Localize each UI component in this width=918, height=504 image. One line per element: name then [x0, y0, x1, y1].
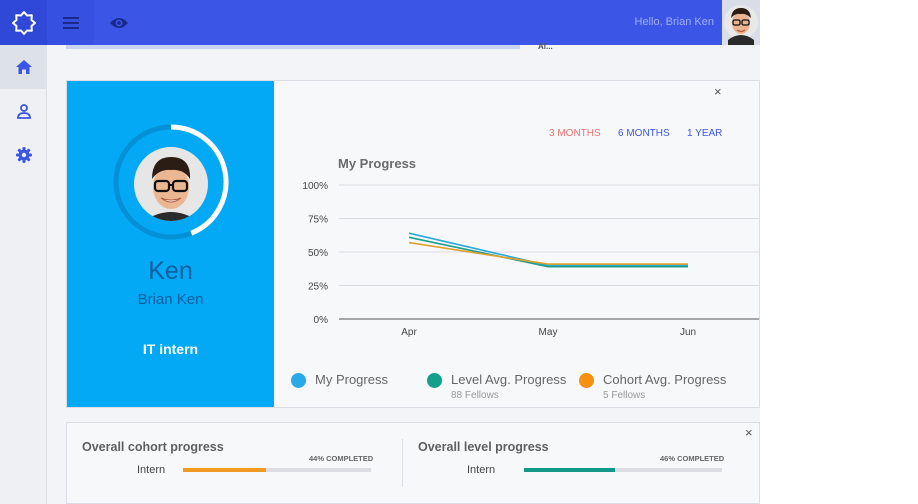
avatar-image [722, 0, 760, 45]
close-icon[interactable]: × [714, 84, 722, 99]
progress-chart: 100% 75% 50% 25% 0% Apr May Jun [302, 181, 759, 338]
top-bar: Hello, Brian Ken [0, 0, 760, 45]
user-greeting: Hello, Brian Ken [634, 16, 715, 28]
user-avatar[interactable] [722, 0, 760, 45]
background-strip [66, 45, 520, 49]
chart-title: My Progress [338, 156, 417, 171]
level-progress-label: Intern [467, 464, 496, 476]
strip-text: Al... [538, 42, 553, 51]
sidebar-item-settings[interactable] [0, 133, 47, 177]
cohort-progress-bar [183, 468, 371, 472]
legend-dot [291, 373, 306, 388]
home-icon [15, 60, 32, 74]
cohort-progress-percent: 44% COMPLETED [309, 454, 374, 463]
profile-photo [134, 147, 208, 221]
x-tick-label: May [539, 327, 558, 338]
level-progress-bar [524, 468, 722, 472]
y-tick-label: 100% [302, 181, 328, 192]
y-tick-label: 75% [308, 215, 328, 226]
legend-label: My Progress [315, 372, 388, 387]
sidebar-item-profile[interactable] [0, 89, 47, 133]
person-icon [16, 103, 31, 119]
profile-panel: Ken Brian Ken IT intern [67, 81, 274, 407]
menu-button[interactable] [47, 0, 94, 45]
eye-icon [109, 17, 128, 28]
view-button[interactable] [95, 0, 142, 45]
range-6-months[interactable]: 6 MONTHS [618, 128, 670, 139]
legend-cohort-avg: Cohort Avg. Progress 5 Fellows [579, 372, 726, 401]
progress-card: Ken Brian Ken IT intern × 3 MONTHS 6 MON… [66, 80, 760, 408]
menu-icon [62, 16, 79, 29]
range-3-months[interactable]: 3 MONTHS [549, 128, 601, 139]
range-1-year[interactable]: 1 YEAR [687, 128, 722, 139]
gear-icon [15, 147, 32, 163]
legend-dot [579, 373, 594, 388]
sidebar-item-home[interactable] [0, 45, 47, 89]
legend-level-avg: Level Avg. Progress 88 Fellows [427, 372, 566, 401]
profile-fullname: Brian Ken [137, 291, 204, 308]
x-tick-label: Jun [680, 327, 696, 338]
profile-nickname: Ken [148, 257, 193, 285]
y-tick-label: 25% [308, 282, 328, 293]
cohort-progress-title: Overall cohort progress [82, 440, 224, 454]
logo[interactable] [0, 0, 47, 45]
level-progress-percent: 46% COMPLETED [660, 454, 725, 463]
profile-avatar [134, 147, 208, 221]
profile-role: IT intern [142, 341, 199, 357]
overall-progress-card: × Overall cohort progress 44% COMPLETED … [66, 422, 760, 504]
legend-sub: 5 Fellows [603, 390, 646, 401]
x-tick-label: Apr [401, 327, 417, 338]
divider [402, 439, 403, 487]
close-icon[interactable]: × [745, 425, 753, 440]
legend-sub: 88 Fellows [451, 390, 499, 401]
cohort-progress-fill [183, 468, 266, 472]
legend-my-progress: My Progress [291, 372, 388, 388]
legend-label: Level Avg. Progress [451, 372, 567, 387]
sidebar [0, 45, 47, 504]
cohort-progress-label: Intern [137, 464, 166, 476]
legend-label: Cohort Avg. Progress [603, 372, 727, 387]
logo-icon [11, 10, 36, 35]
y-tick-label: 0% [314, 315, 329, 326]
app-window: Hello, Brian Ken Al... Ken Brian Ken IT … [0, 0, 760, 504]
y-tick-label: 50% [308, 248, 328, 259]
legend-dot [427, 373, 442, 388]
level-progress-fill [524, 468, 616, 472]
level-progress-title: Overall level progress [418, 440, 549, 454]
